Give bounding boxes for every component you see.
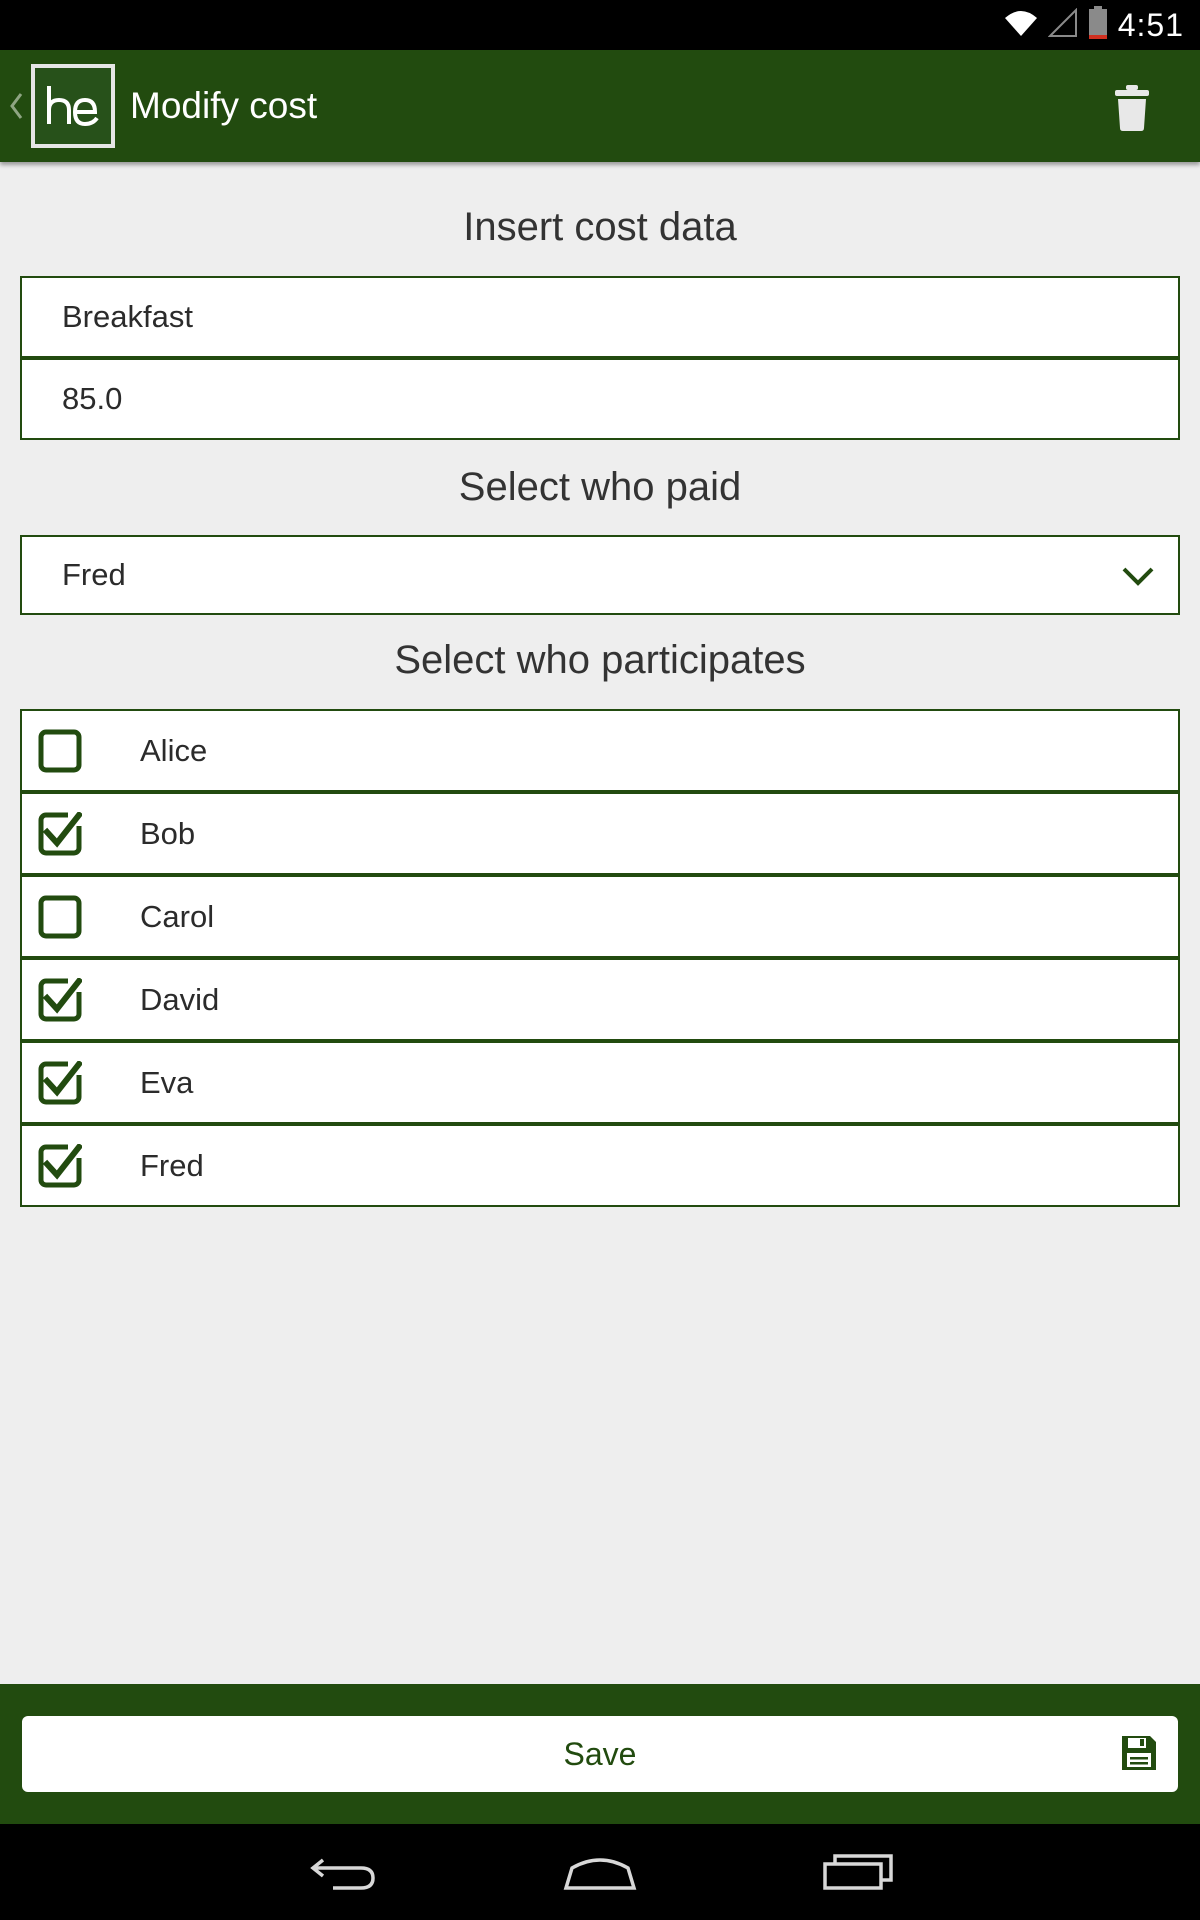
amount-value: 85.0 [62,381,123,416]
checkbox-checked[interactable] [38,1142,84,1188]
wifi-icon [1004,8,1038,43]
status-icons: 4:51 [1004,0,1184,50]
participant-name: Alice [140,733,208,768]
participant-name: David [140,982,220,1017]
delete-button[interactable] [1102,80,1162,136]
app-bar: Modify cost [0,50,1200,162]
payer-dropdown[interactable]: Fred [20,535,1180,615]
system-nav-bar [0,1824,1200,1920]
home-button[interactable] [550,1846,650,1898]
participant-name: Eva [140,1065,194,1100]
app-logo-glyph [47,86,99,127]
app-logo[interactable] [31,64,115,148]
participant-row[interactable]: David [20,958,1180,1041]
participant-row[interactable]: Fred [20,1124,1180,1207]
description-value: Breakfast [62,299,193,334]
payer-selected: Fred [62,557,126,592]
checkbox-unchecked[interactable] [38,895,82,939]
home-icon [563,1858,637,1890]
battery-icon [1088,5,1108,45]
back-arrow-icon [310,1858,375,1890]
cost-section-title: Insert cost data [463,205,737,249]
save-label: Save [563,1736,637,1772]
checkbox-checked[interactable] [38,810,84,856]
checkbox-unchecked[interactable] [38,729,82,773]
recents-icon [823,1854,893,1890]
status-bar: 4:51 [0,0,1200,50]
bottom-bar: Save [0,1684,1200,1824]
checkbox-checked[interactable] [38,1059,84,1105]
description-field[interactable]: Breakfast [20,276,1180,358]
payer-section-title: Select who paid [458,465,742,509]
back-button[interactable] [293,1846,393,1898]
back-chevron-icon[interactable] [6,88,26,124]
floppy-disk-icon [1120,1734,1158,1772]
cell-signal-icon [1047,7,1078,43]
participants-section-title: Select who participates [394,638,806,682]
screen-title: Modify cost [130,85,318,126]
participant-row[interactable]: Eva [20,1041,1180,1124]
recents-button[interactable] [808,1846,908,1898]
amount-field[interactable]: 85.0 [20,358,1180,440]
trash-icon [1115,85,1149,131]
status-time: 4:51 [1117,6,1184,43]
participant-name: Fred [140,1148,204,1183]
save-button[interactable]: Save [22,1716,1178,1792]
participant-name: Bob [140,816,196,851]
participant-row[interactable]: Carol [20,875,1180,958]
participant-name: Carol [140,899,215,934]
chevron-down-icon [1120,561,1156,591]
participant-row[interactable]: Bob [20,792,1180,875]
participant-row[interactable]: Alice [20,709,1180,792]
checkbox-checked[interactable] [38,976,84,1022]
